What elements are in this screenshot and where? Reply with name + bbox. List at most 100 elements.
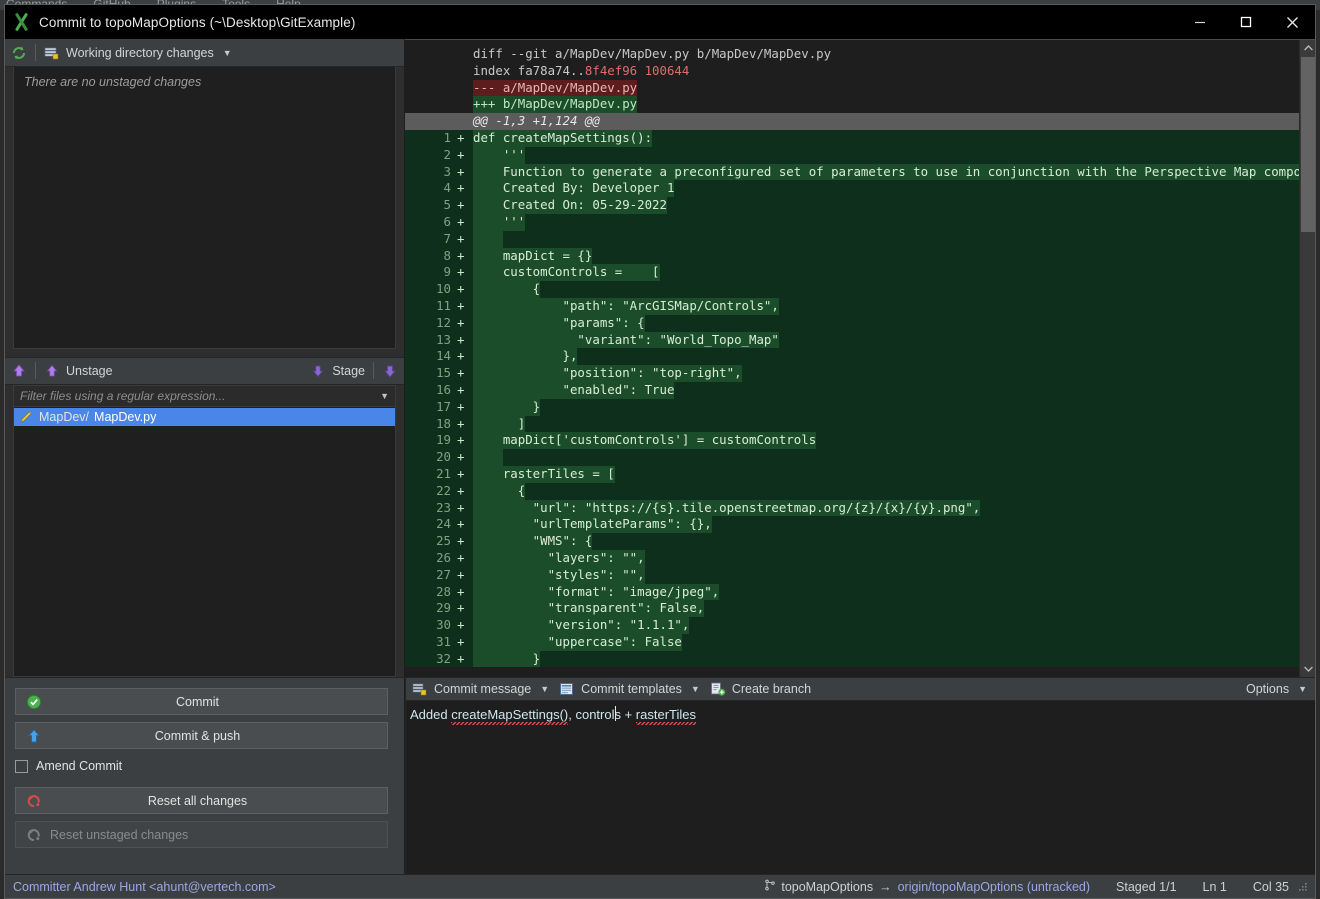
diff-line-number: 24: [405, 516, 457, 534]
diff-line-sign: [457, 80, 473, 97]
diff-line[interactable]: 13 + "variant": "World_Topo_Map": [405, 331, 1299, 349]
diff-line[interactable]: 20 +: [405, 449, 1299, 466]
diff-line-sign: +: [457, 281, 465, 297]
diff-line-sign: +: [457, 449, 465, 465]
diff-line[interactable]: 25 + "WMS": {: [405, 533, 1299, 550]
diff-line-number: 20: [405, 449, 457, 466]
diff-line[interactable]: 12 + "params": {: [405, 314, 1299, 332]
diff-line[interactable]: 11 + "path": "ArcGISMap/Controls",: [405, 297, 1299, 315]
diff-line-text: "uppercase": False: [473, 633, 682, 651]
chevron-down-icon[interactable]: ▼: [223, 48, 232, 58]
diff-line[interactable]: 21 + rasterTiles = [: [405, 465, 1299, 483]
minimize-button[interactable]: [1177, 5, 1223, 39]
diff-line-number: 7: [405, 230, 457, 248]
staged-files-list[interactable]: MapDev/ MapDev.py: [13, 406, 396, 677]
diff-line[interactable]: 3 + Function to generate a preconfigured …: [405, 163, 1299, 181]
title-bar[interactable]: Commit to topoMapOptions (~\Desktop\GitE…: [5, 5, 1315, 39]
diff-line-sign: +: [457, 297, 465, 313]
diff-line[interactable]: 31 + "uppercase": False: [405, 633, 1299, 651]
unstage-all-icon[interactable]: [11, 363, 27, 379]
diff-line[interactable]: 5 + Created On: 05-29-2022: [405, 197, 1299, 214]
diff-line-text: --- a/MapDev/MapDev.py: [473, 79, 638, 97]
diff-line[interactable]: 23 + "url": "https://{s}.tile.openstreetm…: [405, 499, 1299, 517]
diff-line[interactable]: 9 + customControls = [: [405, 264, 1299, 282]
diff-vertical-scrollbar[interactable]: [1299, 40, 1315, 677]
diff-line[interactable]: 28 + "format": "image/jpeg",: [405, 583, 1299, 601]
diff-line[interactable]: 14 + },: [405, 348, 1299, 366]
diff-line[interactable]: --- a/MapDev/MapDev.py: [405, 79, 1299, 97]
diff-line[interactable]: 10 + {: [405, 281, 1299, 298]
diff-line-sign: +: [457, 381, 465, 397]
diff-line-number: [405, 46, 457, 63]
diff-line[interactable]: 6 + ''': [405, 213, 1299, 231]
commit-templates-menu-label[interactable]: Commit templates: [581, 682, 682, 696]
diff-line[interactable]: @@ -1,3 +1,124 @@: [405, 113, 1299, 130]
commit-and-push-button[interactable]: Commit & push: [15, 722, 388, 749]
diff-line[interactable]: 29 + "transparent": False,: [405, 600, 1299, 618]
diff-line[interactable]: index fa78a74..8f4ef96 100644: [405, 63, 1299, 80]
diff-line[interactable]: +++ b/MapDev/MapDev.py: [405, 96, 1299, 114]
stage-all-icon[interactable]: [382, 363, 398, 379]
commit-message-menu-label[interactable]: Commit message: [434, 682, 531, 696]
diff-line[interactable]: 27 + "styles": "",: [405, 566, 1299, 584]
diff-line[interactable]: 32 + }: [405, 650, 1299, 668]
current-branch[interactable]: topoMapOptions: [781, 880, 873, 894]
diff-line[interactable]: 26 + "layers": "",: [405, 549, 1299, 567]
committer-info[interactable]: Committer Andrew Hunt <ahunt@vertech.com…: [13, 880, 276, 894]
file-filter-input[interactable]: Filter files using a regular expression.…: [20, 389, 380, 403]
remote-branch[interactable]: origin/topoMapOptions (untracked): [898, 880, 1090, 894]
diff-line-text: [473, 449, 503, 466]
diff-line-sign: [457, 46, 473, 63]
resize-grip[interactable]: [1297, 881, 1309, 893]
diff-scrollbar-thumb[interactable]: [1301, 57, 1315, 232]
maximize-button[interactable]: [1223, 5, 1269, 39]
chevron-down-icon[interactable]: ▼: [691, 684, 700, 694]
diff-line-text: "enabled": True: [473, 381, 675, 399]
diff-line-number: [405, 96, 457, 113]
options-menu-label[interactable]: Options: [1246, 682, 1289, 696]
create-branch-label[interactable]: Create branch: [732, 682, 811, 696]
commit-button[interactable]: Commit: [15, 688, 388, 715]
diff-line[interactable]: 16 + "enabled": True: [405, 381, 1299, 399]
diff-content[interactable]: diff --git a/MapDev/MapDev.py b/MapDev/M…: [405, 40, 1299, 677]
chevron-down-icon[interactable]: [1300, 661, 1316, 677]
diff-line[interactable]: 19 + mapDict['customControls'] = customCo…: [405, 432, 1299, 450]
diff-line[interactable]: 18 + ]: [405, 415, 1299, 433]
reset-all-changes-button[interactable]: Reset all changes: [15, 787, 388, 814]
diff-line-number: 31: [405, 633, 457, 651]
diff-line[interactable]: 8 + mapDict = {}: [405, 247, 1299, 265]
amend-commit-row[interactable]: Amend Commit: [15, 756, 388, 776]
diff-line-number: 6: [405, 213, 457, 231]
chevron-up-icon[interactable]: [1300, 40, 1316, 56]
diff-line[interactable]: 1 + def createMapSettings():: [405, 129, 1299, 147]
unstaged-files-list[interactable]: There are no unstaged changes: [13, 67, 396, 349]
chevron-down-icon[interactable]: ▼: [380, 391, 389, 401]
amend-commit-checkbox[interactable]: [15, 759, 28, 773]
stage-label[interactable]: Stage: [332, 364, 365, 378]
chevron-down-icon[interactable]: ▼: [1298, 684, 1307, 694]
reset-unstaged-changes-button[interactable]: Reset unstaged changes: [15, 821, 388, 848]
unstage-label[interactable]: Unstage: [66, 364, 113, 378]
file-filter-row[interactable]: Filter files using a regular expression.…: [13, 384, 396, 407]
diff-line[interactable]: 30 + "version": "1.1.1",: [405, 617, 1299, 634]
stage-icon[interactable]: [310, 363, 326, 379]
diff-line[interactable]: 24 + "urlTemplateParams": {},: [405, 516, 1299, 534]
close-button[interactable]: [1269, 5, 1315, 39]
refresh-icon[interactable]: [11, 45, 27, 61]
commit-message-textarea[interactable]: Added createMapSettings(), controls + ra…: [406, 701, 1315, 874]
diff-line-sign: [457, 96, 473, 113]
diff-line[interactable]: 17 + }: [405, 398, 1299, 416]
diff-line[interactable]: diff --git a/MapDev/MapDev.py b/MapDev/M…: [405, 46, 1299, 63]
list-item[interactable]: MapDev/ MapDev.py: [14, 407, 395, 426]
diff-line-text: customControls = [: [473, 264, 660, 282]
diff-line[interactable]: 2 + ''': [405, 146, 1299, 164]
diff-line[interactable]: 4 + Created By: Developer 1: [405, 180, 1299, 198]
diff-line[interactable]: 7 +: [405, 230, 1299, 248]
diff-line[interactable]: 22 + {: [405, 482, 1299, 500]
chevron-down-icon[interactable]: ▼: [540, 684, 549, 694]
diff-line-number: 29: [405, 600, 457, 618]
commit-template-icon: [559, 681, 575, 697]
diff-line[interactable]: 15 + "position": "top-right",: [405, 365, 1299, 382]
unstage-icon[interactable]: [44, 363, 60, 379]
diff-line-sign: +: [457, 650, 465, 666]
